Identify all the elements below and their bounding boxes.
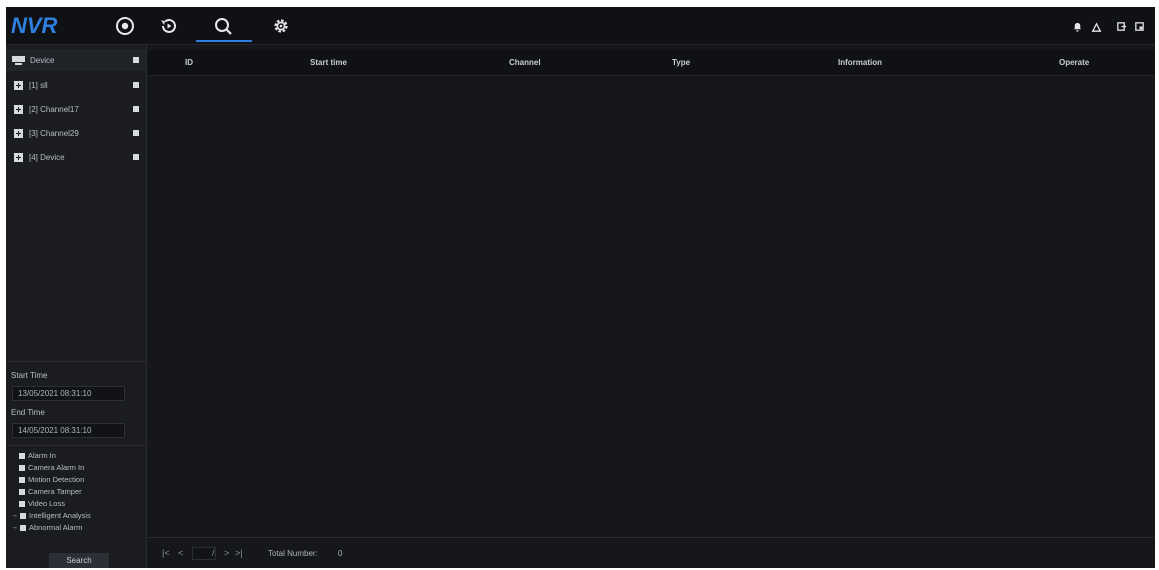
- type-checkbox[interactable]: [20, 524, 26, 531]
- type-label: Alarm In: [28, 451, 56, 460]
- type-checkbox[interactable]: [20, 512, 26, 519]
- column-header-operate[interactable]: Operate: [1059, 50, 1089, 76]
- start-time-label: Start Time: [11, 371, 48, 380]
- tree-item-label: [4] Device: [29, 152, 65, 162]
- logout-icon[interactable]: [1114, 19, 1128, 33]
- type-camera-tamper[interactable]: Camera Tamper: [19, 486, 82, 497]
- type-video-loss[interactable]: Video Loss: [19, 498, 65, 509]
- column-header-type[interactable]: Type: [672, 50, 690, 76]
- column-header-information[interactable]: Information: [838, 50, 882, 76]
- expand-icon[interactable]: [14, 128, 23, 138]
- settings-icon[interactable]: [269, 14, 293, 38]
- device-icon: [12, 55, 25, 65]
- type-label: Camera Tamper: [28, 487, 82, 496]
- tree-item-channel-4[interactable]: [4] Device: [6, 146, 147, 168]
- column-header-channel[interactable]: Channel: [509, 50, 541, 76]
- expand-icon[interactable]: [14, 80, 23, 90]
- divider: [6, 445, 147, 446]
- results-table-body: [148, 77, 1155, 535]
- bell-icon[interactable]: [1070, 19, 1084, 33]
- next-page-button[interactable]: >: [224, 548, 229, 558]
- type-label: Camera Alarm In: [28, 463, 85, 472]
- type-label: Video Loss: [28, 499, 65, 508]
- expand-icon[interactable]: [14, 152, 23, 162]
- tree-item-label: [2] Channel17: [29, 104, 79, 114]
- tree-item-label: [1] sll: [29, 80, 48, 90]
- prev-page-button[interactable]: <: [178, 548, 183, 558]
- type-checkbox[interactable]: [19, 476, 25, 483]
- type-label: Motion Detection: [28, 475, 85, 484]
- live-view-icon[interactable]: [113, 14, 137, 38]
- first-page-button[interactable]: |<: [162, 548, 170, 558]
- type-alarm-in[interactable]: Alarm In: [19, 450, 56, 461]
- lock-icon[interactable]: [1132, 19, 1146, 33]
- start-time-field[interactable]: 13/05/2021 08:31:10: [12, 386, 125, 401]
- column-header-start-time[interactable]: Start time: [310, 50, 347, 76]
- type-intelligent-analysis[interactable]: → Intelligent Analysis: [6, 510, 91, 521]
- column-header-id[interactable]: ID: [185, 50, 193, 76]
- expand-arrow-icon[interactable]: →: [11, 512, 20, 519]
- tree-item-checkbox[interactable]: [133, 106, 139, 112]
- last-page-button[interactable]: >|: [235, 548, 243, 558]
- tree-item-checkbox[interactable]: [133, 154, 139, 160]
- device-tree-root[interactable]: Device: [6, 49, 147, 71]
- tree-item-channel-3[interactable]: [3] Channel29: [6, 122, 147, 144]
- playback-icon[interactable]: [157, 14, 181, 38]
- tree-item-checkbox[interactable]: [133, 130, 139, 136]
- total-number-value: 0: [338, 549, 343, 558]
- divider: [6, 361, 147, 362]
- nvr-app: NVR Device [1] sll [2] Channel17 [3] Cha…: [6, 7, 1155, 568]
- page-separator: /: [212, 548, 215, 558]
- pagination-bar: |< < / > >| Total Number: 0: [148, 537, 1155, 568]
- type-label: Abnormal Alarm: [29, 523, 83, 532]
- end-time-label: End Time: [11, 408, 45, 417]
- user-icon[interactable]: [1089, 19, 1103, 33]
- tree-item-checkbox[interactable]: [133, 82, 139, 88]
- type-label: Intelligent Analysis: [29, 511, 91, 520]
- tree-item-channel-1[interactable]: [1] sll: [6, 74, 147, 96]
- tree-item-channel-2[interactable]: [2] Channel17: [6, 98, 147, 120]
- type-checkbox[interactable]: [19, 452, 25, 459]
- search-button[interactable]: Search: [49, 553, 109, 568]
- device-tree-root-label: Device: [30, 55, 55, 65]
- device-root-checkbox[interactable]: [133, 57, 139, 63]
- expand-icon[interactable]: [14, 104, 23, 114]
- left-panel: Device [1] sll [2] Channel17 [3] Channel…: [6, 45, 147, 568]
- type-checkbox[interactable]: [19, 464, 25, 471]
- tree-item-label: [3] Channel29: [29, 128, 79, 138]
- end-time-field[interactable]: 14/05/2021 08:31:10: [12, 423, 125, 438]
- total-number-label: Total Number:: [268, 549, 318, 558]
- nvr-logo: NVR: [11, 13, 58, 38]
- type-checkbox[interactable]: [19, 500, 25, 507]
- type-abnormal-alarm[interactable]: → Abnormal Alarm: [6, 522, 82, 533]
- expand-arrow-icon[interactable]: →: [11, 524, 20, 531]
- results-table-header: ID Start time Channel Type Information O…: [148, 50, 1155, 76]
- search-icon[interactable]: [211, 14, 235, 38]
- type-checkbox[interactable]: [19, 488, 25, 495]
- type-motion-detection[interactable]: Motion Detection: [19, 474, 84, 485]
- type-camera-alarm-in[interactable]: Camera Alarm In: [19, 462, 84, 473]
- top-bar: NVR: [6, 7, 1155, 45]
- active-tab-indicator: [196, 40, 252, 42]
